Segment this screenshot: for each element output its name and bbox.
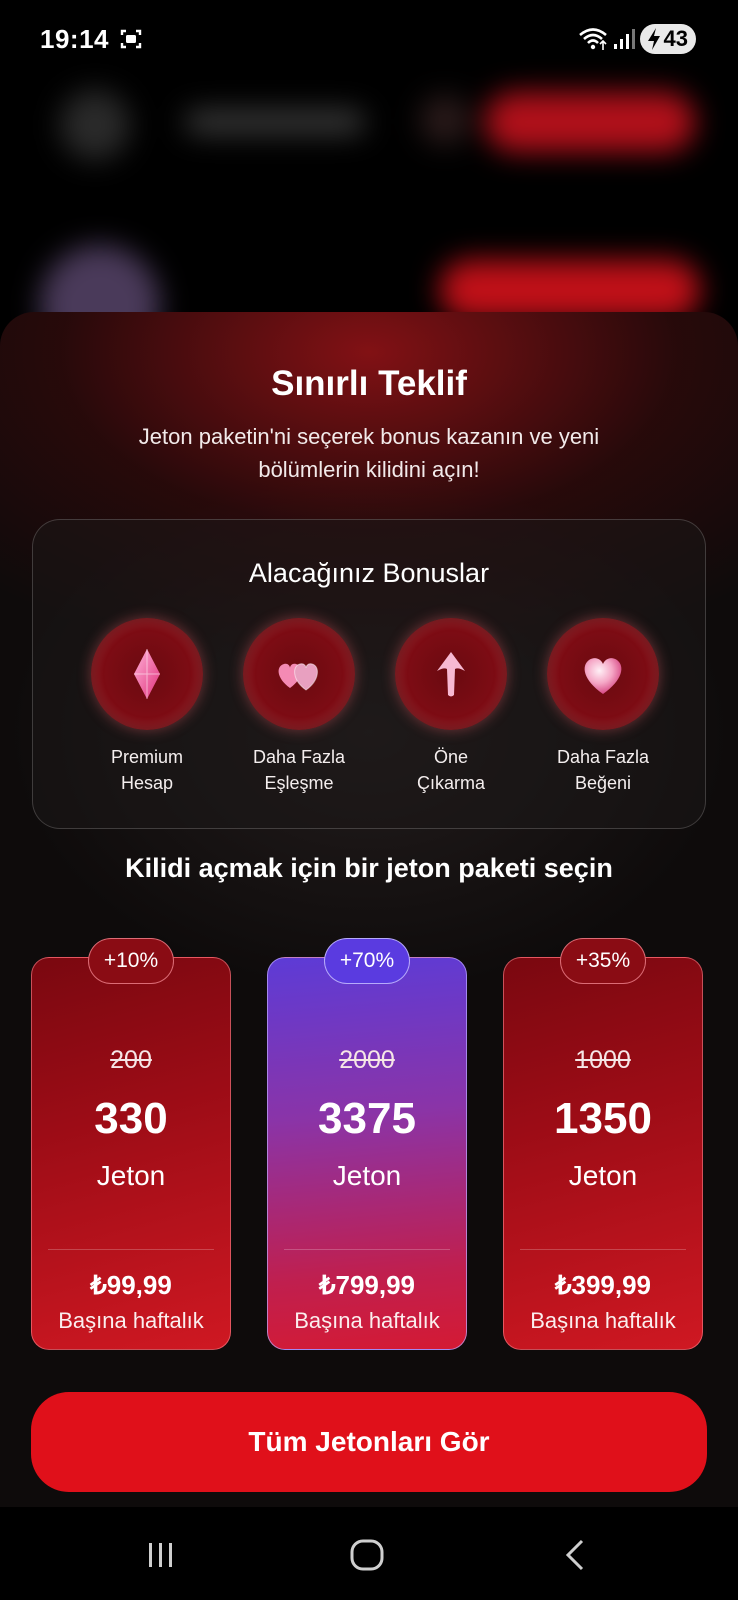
bonus-icon-circle	[91, 618, 203, 730]
coin-amount: 330	[94, 1094, 168, 1143]
hearts-icon	[278, 663, 318, 691]
package-price: ₺399,99	[554, 1270, 652, 1300]
bonus-badge: +35%	[560, 938, 646, 984]
package-period: Başına haftalık	[58, 1308, 204, 1333]
battery-indicator: 43	[640, 24, 696, 54]
bonus-badge: +70%	[324, 938, 410, 984]
battery-level: 43	[663, 26, 688, 51]
recent-apps-icon[interactable]	[141, 1535, 181, 1575]
bonus-item: Premium Hesap	[67, 618, 227, 796]
coin-unit: Jeton	[96, 1160, 166, 1191]
wifi-icon	[579, 28, 607, 50]
coin-amount: 1350	[554, 1094, 652, 1143]
bonus-item: Daha Fazla Beğeni	[523, 618, 683, 796]
bonus-icon-circle	[547, 618, 659, 730]
system-nav-bar	[0, 1507, 738, 1600]
offer-title: Sınırlı Teklif	[271, 364, 467, 403]
bonus-item: Daha Fazla Eşleşme	[219, 618, 379, 796]
status-time: 19:14	[40, 24, 109, 54]
home-icon[interactable]	[347, 1535, 387, 1575]
screenshot-icon	[120, 29, 142, 49]
old-amount: 200	[110, 1046, 152, 1074]
bonus-icon-circle	[243, 618, 355, 730]
bonus-badge: +10%	[88, 938, 174, 984]
back-icon[interactable]	[556, 1535, 596, 1575]
divider	[520, 1249, 686, 1250]
coin-unit: Jeton	[568, 1160, 638, 1191]
bonus-label: Daha Fazla Beğeni	[556, 747, 650, 793]
see-all-coins-button[interactable]: Tüm Jetonları Gör	[31, 1392, 707, 1492]
divider	[284, 1249, 450, 1250]
offer-subtitle: Jeton paketin'ni seçerek bonus kazanın v…	[138, 424, 600, 482]
bonus-label: Daha Fazla Eşleşme	[252, 747, 346, 793]
package-card-3[interactable]: +35% 1000 1350 Jeton ₺399,99 Başına haft…	[503, 938, 703, 1350]
bonus-label: Premium Hesap	[110, 747, 183, 793]
offer-sheet: Sınırlı Teklif Jeton paketin'ni seçerek …	[0, 312, 738, 1507]
charging-icon	[648, 28, 660, 50]
bonus-card: Alacağınız Bonuslar Premium Hesap Daha F…	[32, 519, 706, 829]
bonus-icon-circle	[395, 618, 507, 730]
signal-icon	[614, 29, 635, 49]
bonus-item: Öne Çıkarma	[371, 618, 531, 796]
heart-icon	[584, 658, 622, 694]
old-amount: 1000	[575, 1046, 631, 1074]
bonus-label: Öne Çıkarma	[416, 747, 485, 793]
status-bar: 19:14 43	[0, 0, 738, 80]
coin-amount: 3375	[318, 1094, 416, 1143]
package-price: ₺99,99	[90, 1270, 172, 1300]
blurred-background	[0, 70, 738, 365]
boost-arrow-icon	[437, 652, 465, 697]
package-period: Başına haftalık	[294, 1308, 440, 1333]
old-amount: 2000	[339, 1046, 395, 1074]
gem-icon	[134, 649, 160, 699]
coin-unit: Jeton	[332, 1160, 402, 1191]
package-card-2[interactable]: +70% 2000 3375 Jeton ₺799,99 Başına haft…	[267, 938, 467, 1350]
package-period: Başına haftalık	[530, 1308, 676, 1333]
divider	[48, 1249, 214, 1250]
packages-title: Kilidi açmak için bir jeton paketi seçin	[125, 853, 613, 883]
package-card-1[interactable]: +10% 200 330 Jeton ₺99,99 Başına haftalı…	[31, 938, 231, 1350]
bonus-title: Alacağınız Bonuslar	[248, 558, 490, 588]
package-price: ₺799,99	[318, 1270, 416, 1300]
